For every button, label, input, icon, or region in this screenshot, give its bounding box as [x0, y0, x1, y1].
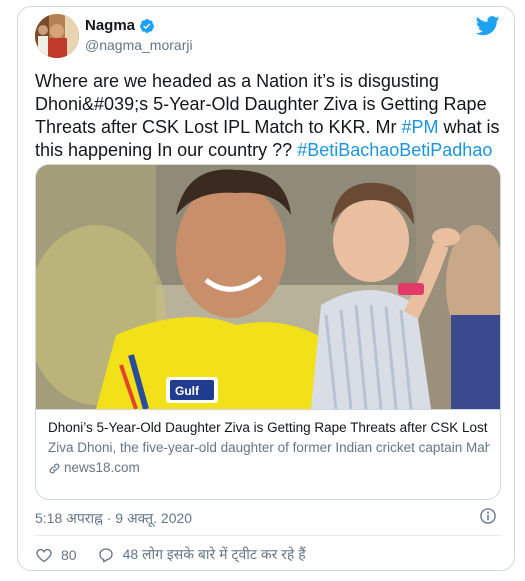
comment-icon: [98, 547, 113, 562]
card-domain[interactable]: news18.com: [48, 459, 490, 477]
hashtag-pm[interactable]: #PM: [401, 117, 438, 137]
display-name[interactable]: Nagma: [85, 17, 135, 34]
tweet-card[interactable]: Nagma @nagma_morarji Where are we headed…: [17, 6, 515, 571]
reply-button[interactable]: 48 लोग इसके बारे में ट्वीट कर रहे हैं: [97, 545, 306, 564]
link-preview-card[interactable]: Gulf Dhoni’s 5-Year-Old Daughter Ziva is…: [35, 164, 501, 500]
link-icon: [49, 463, 60, 473]
like-button[interactable]: 80: [35, 546, 77, 564]
card-title[interactable]: Dhoni’s 5-Year-Old Daughter Ziva is Gett…: [48, 419, 490, 437]
tweet-text: Where are we headed as a Nation it’s is …: [35, 70, 505, 162]
card-domain-text[interactable]: news18.com: [64, 459, 140, 477]
hashtag-beti-bachao[interactable]: #BetiBachaoBetiPadhao: [297, 140, 492, 160]
heart-icon: [36, 548, 52, 562]
like-count: 80: [61, 546, 77, 563]
tweet-timestamp[interactable]: 5:18 अपराह्न · 9 अक्तू. 2020: [35, 509, 192, 528]
jersey-logo-text: Gulf: [175, 384, 200, 398]
verified-badge-icon: [140, 18, 155, 33]
handle[interactable]: @nagma_morarji: [85, 37, 193, 53]
card-image[interactable]: Gulf: [36, 165, 500, 409]
avatar-image: [35, 14, 79, 58]
people-talking-text: 48 लोग इसके बारे में ट्वीट कर रहे हैं: [122, 546, 306, 562]
info-icon[interactable]: [479, 507, 497, 525]
card-description: Ziva Dhoni, the five-year-old daughter o…: [48, 440, 490, 455]
twitter-bird-icon[interactable]: [476, 16, 500, 36]
avatar[interactable]: [35, 14, 79, 58]
card-photo: Gulf: [36, 165, 500, 409]
divider: [35, 535, 501, 536]
